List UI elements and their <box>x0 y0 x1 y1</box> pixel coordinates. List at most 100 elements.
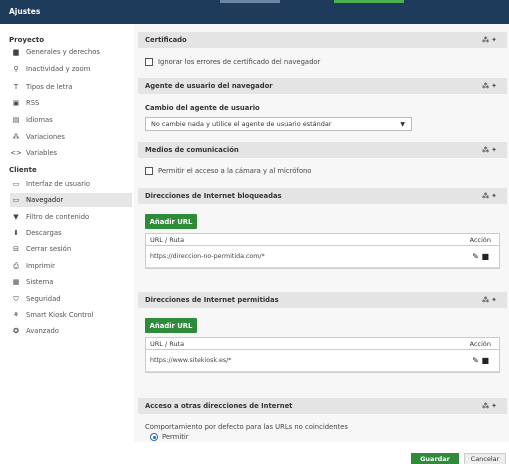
user-agent-selected-value: No cambie nada y utilice el agente de us… <box>151 120 332 128</box>
sidebar-item-inactividad[interactable]: ⚲ Inactividad y zoom <box>10 62 132 76</box>
camera-mic-checkbox[interactable] <box>145 167 153 175</box>
table-header: URL / Ruta Acción <box>146 338 499 350</box>
font-icon: T <box>13 83 19 91</box>
section-header-certificado: Certificado ⁂✦ <box>138 32 507 48</box>
section-title: Medios de comunicación <box>145 146 239 154</box>
sidebar-item-seguridad[interactable]: ⛉ Seguridad <box>10 292 132 306</box>
sidebar-item-variaciones[interactable]: ⁂ Variaciones <box>10 130 132 144</box>
sidebar-item-label: Avanzado <box>26 327 59 335</box>
section-title: Direcciones de Internet permitidas <box>145 296 279 304</box>
sidebar-item-smart-kiosk[interactable]: ⚘ Smart Kiosk Control <box>10 308 132 322</box>
blocked-url-value: https://direccion-no-permitida.com/* <box>150 253 265 260</box>
user-agent-select[interactable]: No cambie nada y utilice el agente de us… <box>145 117 412 131</box>
sidebar-item-label: Inactividad y zoom <box>26 65 91 73</box>
zoom-icon: ⚲ <box>13 65 19 73</box>
permit-radio[interactable] <box>150 433 158 441</box>
download-icon: ⬇ <box>13 229 19 237</box>
section-settings-icon[interactable]: ⁂✦ <box>482 82 499 90</box>
sidebar-item-label: Seguridad <box>26 295 61 303</box>
section-header-agente-usuario: Agente de usuario del navegador ⁂✦ <box>138 78 507 94</box>
sidebar-item-label: Interfaz de usuario <box>26 180 91 188</box>
logout-icon: ⊟ <box>13 245 19 253</box>
sidebar-item-label: Smart Kiosk Control <box>26 311 94 319</box>
sidebar-item-label: Filtro de contenido <box>26 213 90 221</box>
sidebar: Proyecto ▆ Generales y derechos ⚲ Inactivi… <box>0 24 134 464</box>
sidebar-item-filtro[interactable]: ▼ Filtro de contenido <box>10 210 132 224</box>
section-header-bloqueadas: Direcciones de Internet bloqueadas ⁂✦ <box>138 188 507 204</box>
default-behavior-label: Comportamiento por defecto para las URLs… <box>145 423 348 431</box>
sidebar-item-navegador[interactable]: ▭ Navegador <box>10 193 132 207</box>
row-actions: ✎ ■ <box>472 356 489 365</box>
section-header-permitidas: Direcciones de Internet permitidas ⁂✦ <box>138 292 507 308</box>
section-settings-icon[interactable]: ⁂✦ <box>482 36 499 44</box>
ignore-cert-errors-checkbox[interactable] <box>145 58 153 66</box>
section-title: Certificado <box>145 36 187 44</box>
user-agent-label: Cambio del agente de usuario <box>145 104 260 112</box>
section-settings-icon[interactable]: ⁂✦ <box>482 296 499 304</box>
sidebar-item-label: Imprimir <box>26 262 55 270</box>
browser-icon: ▭ <box>12 196 20 204</box>
sidebar-item-generales[interactable]: ▆ Generales y derechos <box>10 45 132 59</box>
sidebar-section-cliente: Cliente <box>9 166 37 174</box>
sidebar-item-rss[interactable]: ▣ RSS <box>10 96 132 110</box>
section-title: Direcciones de Internet bloqueadas <box>145 192 282 200</box>
sidebar-item-variables[interactable]: <> Variables <box>10 146 132 160</box>
sidebar-item-label: Idiomas <box>26 116 53 124</box>
table-header: URL / Ruta Acción <box>146 234 499 246</box>
section-title: Acceso a otras direcciones de Internet <box>145 402 293 410</box>
ui-icon: ▭ <box>12 180 20 188</box>
rss-icon: ▣ <box>12 99 20 107</box>
filter-icon: ▼ <box>13 213 19 221</box>
section-title: Agente de usuario del navegador <box>145 82 273 90</box>
cancel-button[interactable]: Cancelar <box>464 453 506 464</box>
sidebar-item-tipos-letra[interactable]: T Tipos de letra <box>10 80 132 94</box>
section-settings-icon[interactable]: ⁂✦ <box>482 192 499 200</box>
section-settings-icon[interactable]: ⁂✦ <box>482 146 499 154</box>
sidebar-item-cerrar-sesion[interactable]: ⊟ Cerrar sesión <box>10 242 132 256</box>
sidebar-item-imprimir[interactable]: ⎙ Imprimir <box>10 259 132 273</box>
language-icon: ▤ <box>12 116 20 124</box>
code-icon: <> <box>10 149 22 157</box>
window-title: Ajustes <box>9 7 41 16</box>
sidebar-item-label: Sistema <box>26 278 54 286</box>
column-header-accion: Acción <box>469 236 491 244</box>
sidebar-item-label: Tipos de letra <box>26 83 73 91</box>
window-titlebar: Ajustes <box>0 0 509 24</box>
table-row: https://www.sitekiosk.es/* ✎ ■ <box>146 350 499 372</box>
camera-mic-label: Permitir el acceso a la cámara y al micr… <box>158 167 312 175</box>
titlebar-active-indicator <box>334 0 404 3</box>
security-icon: ⛉ <box>13 294 19 303</box>
edit-icon[interactable]: ✎ <box>472 252 479 261</box>
section-header-medios: Medios de comunicación ⁂✦ <box>138 142 507 158</box>
kiosk-icon: ⚘ <box>12 311 20 319</box>
sidebar-item-label: Variaciones <box>26 133 65 141</box>
delete-icon[interactable]: ■ <box>481 356 489 365</box>
advanced-icon: ✪ <box>13 327 19 335</box>
print-icon: ⎙ <box>13 261 19 270</box>
add-blocked-url-button[interactable]: Añadir URL <box>145 214 197 229</box>
add-allowed-url-button[interactable]: Añadir URL <box>145 318 197 333</box>
column-header-accion: Acción <box>469 340 491 348</box>
sidebar-item-sistema[interactable]: ▦ Sistema <box>10 275 132 289</box>
sidebar-item-interfaz[interactable]: ▭ Interfaz de usuario <box>10 177 132 191</box>
sidebar-item-label: RSS <box>26 99 40 107</box>
sidebar-item-label: Cerrar sesión <box>26 245 72 253</box>
sidebar-item-descargas[interactable]: ⬇ Descargas <box>10 226 132 240</box>
edit-icon[interactable]: ✎ <box>472 356 479 365</box>
blocked-urls-table: URL / Ruta Acción https://direccion-no-p… <box>145 233 500 269</box>
save-button[interactable]: Guardar <box>411 453 459 464</box>
sidebar-item-idiomas[interactable]: ▤ Idiomas <box>10 113 132 127</box>
allowed-url-value: https://www.sitekiosk.es/* <box>150 357 232 364</box>
sidebar-item-label: Descargas <box>26 229 62 237</box>
section-settings-icon[interactable]: ⁂✦ <box>482 402 499 410</box>
delete-icon[interactable]: ■ <box>481 252 489 261</box>
table-row: https://direccion-no-permitida.com/* ✎ ■ <box>146 246 499 268</box>
row-actions: ✎ ■ <box>472 252 489 261</box>
sidebar-item-avanzado[interactable]: ✪ Avanzado <box>10 324 132 338</box>
sidebar-section-proyecto: Proyecto <box>9 36 45 44</box>
variations-icon: ⁂ <box>12 133 20 141</box>
folder-icon: ▆ <box>13 48 19 56</box>
column-header-url: URL / Ruta <box>150 340 185 348</box>
chevron-down-icon: ▼ <box>400 121 405 128</box>
allowed-urls-table: URL / Ruta Acción https://www.sitekiosk.… <box>145 337 500 373</box>
